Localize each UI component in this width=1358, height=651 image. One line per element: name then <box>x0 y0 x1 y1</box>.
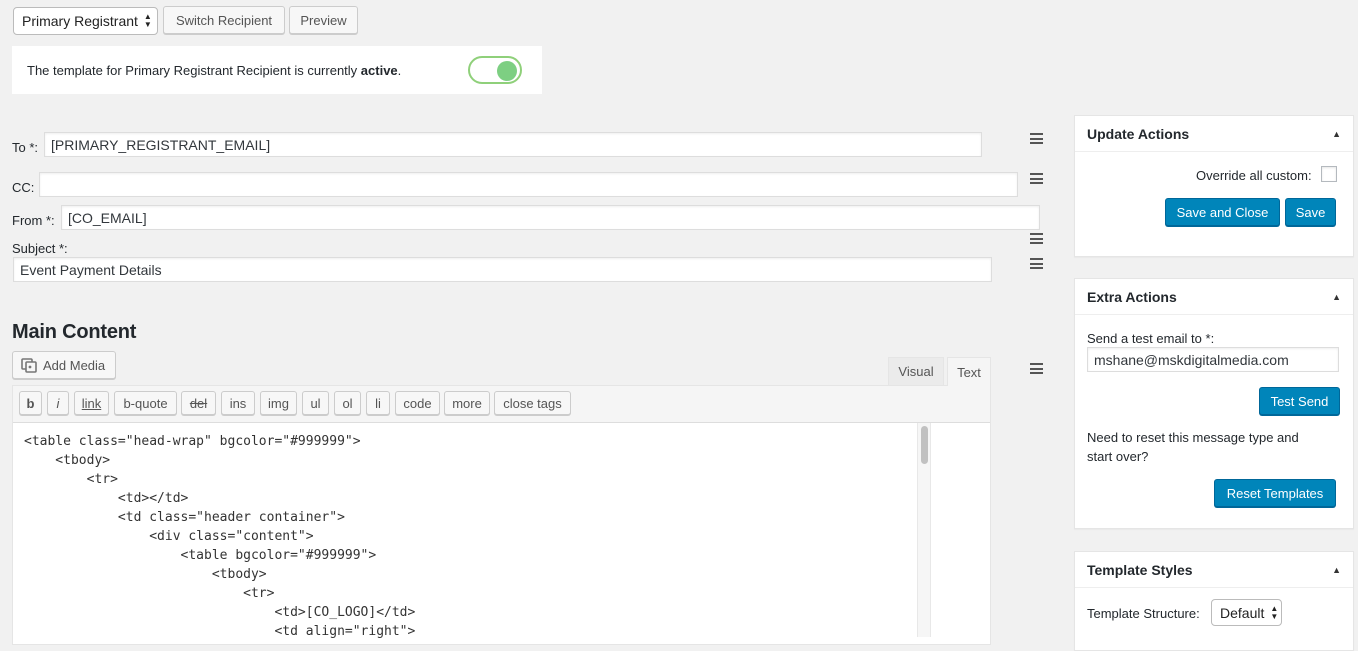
test-email-field[interactable]: mshane@mskdigitalmedia.com <box>1087 347 1339 372</box>
quicktag-ul[interactable]: ul <box>302 391 329 415</box>
template-styles-header[interactable]: Template Styles ▲ <box>1075 552 1353 588</box>
quicktag-b[interactable]: b <box>19 391 42 415</box>
code-line: <table class="head-wrap" bgcolor="#99999… <box>24 434 361 449</box>
collapse-arrow-icon[interactable]: ▲ <box>1332 292 1341 302</box>
code-line: <table bgcolor="#999999"> <box>24 548 377 563</box>
template-structure-select[interactable]: Default ▲ ▼ <box>1211 599 1282 626</box>
template-status-notice: The template for Primary Registrant Reci… <box>12 46 542 94</box>
template-active-toggle[interactable] <box>468 56 522 84</box>
quicktag-i[interactable]: i <box>47 391 69 415</box>
recipient-select-value: Primary Registrant <box>22 13 138 29</box>
cc-field[interactable] <box>39 172 1018 197</box>
quicktag-close-tags[interactable]: close tags <box>494 391 571 415</box>
quicktag-link[interactable]: link <box>74 391 109 415</box>
update-actions-title: Update Actions <box>1087 125 1190 142</box>
update-actions-header[interactable]: Update Actions ▲ <box>1075 116 1353 152</box>
quicktag-ol[interactable]: ol <box>334 391 361 415</box>
collapse-arrow-icon[interactable]: ▲ <box>1332 565 1341 575</box>
reset-templates-button[interactable]: Reset Templates <box>1214 479 1336 507</box>
code-line: <div class="content"> <box>24 529 314 544</box>
reset-description: Need to reset this message type and star… <box>1087 430 1299 464</box>
toggle-knob <box>497 61 517 81</box>
quicktag-ins[interactable]: ins <box>221 391 255 415</box>
quicktag-code[interactable]: code <box>395 391 440 415</box>
quicktag-li[interactable]: li <box>366 391 390 415</box>
test-email-label: Send a test email to *: <box>1087 331 1215 346</box>
media-icon <box>21 358 37 373</box>
tab-text[interactable]: Text <box>947 357 991 386</box>
collapse-arrow-icon[interactable]: ▲ <box>1332 129 1341 139</box>
to-label: To *: <box>12 140 39 155</box>
code-line: <td class="header container"> <box>24 510 345 525</box>
to-field-menu-icon[interactable] <box>1030 133 1043 144</box>
subject-field[interactable]: Event Payment Details <box>13 257 992 282</box>
switch-recipient-button[interactable]: Switch Recipient <box>163 6 285 34</box>
tab-visual[interactable]: Visual <box>888 357 944 385</box>
cc-field-menu-icon[interactable] <box>1030 173 1043 184</box>
add-media-label: Add Media <box>43 357 106 373</box>
save-and-close-button[interactable]: Save and Close <box>1165 198 1280 226</box>
select-arrows-icon: ▲ ▼ <box>1270 603 1279 621</box>
main-content-menu-icon[interactable] <box>1030 363 1043 374</box>
quicktag-more[interactable]: more <box>444 391 490 415</box>
code-scrollbar[interactable] <box>917 423 931 637</box>
extra-actions-title: Extra Actions <box>1087 288 1177 305</box>
test-send-button[interactable]: Test Send <box>1259 387 1340 415</box>
code-line: <td></td> <box>24 491 189 506</box>
quicktag-img[interactable]: img <box>260 391 297 415</box>
template-styles-title: Template Styles <box>1087 561 1193 578</box>
cc-label: CC: <box>12 180 35 195</box>
select-arrows-icon: ▲ ▼ <box>143 12 152 29</box>
from-label: From *: <box>12 213 55 228</box>
quicktag-del[interactable]: del <box>181 391 216 415</box>
code-line: <td>[CO_LOGO]</td> <box>24 605 416 620</box>
template-status-value: active <box>360 63 398 78</box>
update-actions-panel: Update Actions ▲ <box>1074 115 1354 257</box>
recipient-select[interactable]: Primary Registrant ▲ ▼ <box>13 7 158 35</box>
preview-button[interactable]: Preview <box>289 6 358 34</box>
subject-field-menu-icon[interactable] <box>1030 258 1043 269</box>
template-status-text: The template for Primary Registrant Reci… <box>27 63 402 78</box>
add-media-button[interactable]: Add Media <box>12 351 116 379</box>
main-content-heading: Main Content <box>12 321 137 343</box>
subject-label: Subject *: <box>12 241 68 256</box>
from-field-menu-icon[interactable] <box>1030 233 1043 244</box>
code-line: <tbody> <box>24 567 267 582</box>
extra-actions-header[interactable]: Extra Actions ▲ <box>1075 279 1353 315</box>
quicktag-b-quote[interactable]: b-quote <box>114 391 177 415</box>
to-field[interactable]: [PRIMARY_REGISTRANT_EMAIL] <box>44 132 982 157</box>
code-line: <tr> <box>24 472 118 487</box>
code-line: <tbody> <box>24 453 111 468</box>
code-scrollbar-thumb[interactable] <box>921 426 928 464</box>
override-checkbox[interactable] <box>1321 166 1337 182</box>
save-button[interactable]: Save <box>1285 198 1336 226</box>
override-label: Override all custom: <box>1196 168 1312 183</box>
template-structure-value: Default <box>1220 604 1265 621</box>
template-structure-label: Template Structure: <box>1087 606 1200 621</box>
from-field[interactable]: [CO_EMAIL] <box>61 205 1040 230</box>
code-line: <tr> <box>24 586 275 601</box>
